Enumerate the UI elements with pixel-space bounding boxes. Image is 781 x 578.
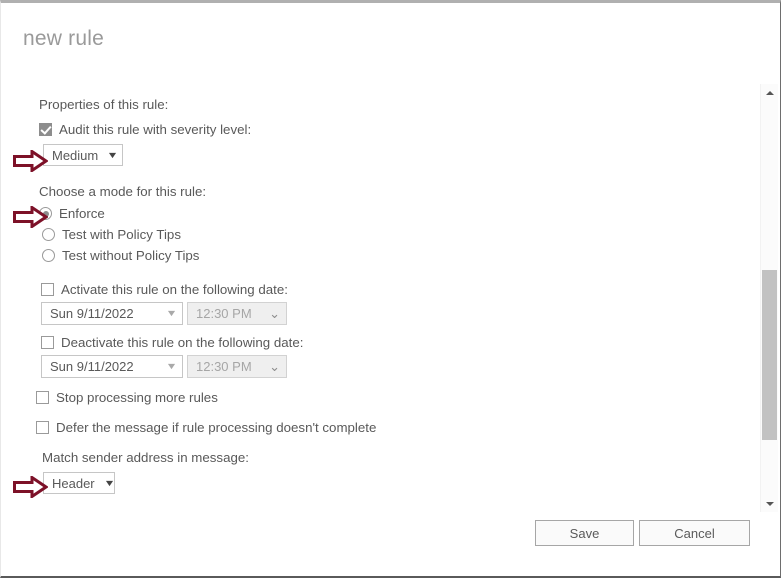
mode-option-test-with-tips[interactable]: Test with Policy Tips [42, 227, 749, 243]
test-without-policy-tips-radio[interactable] [42, 249, 55, 262]
deactivate-rule-row[interactable]: Deactivate this rule on the following da… [41, 335, 749, 351]
audit-rule-row[interactable]: Audit this rule with severity level: [39, 122, 749, 138]
deactivate-rule-label: Deactivate this rule on the following da… [61, 335, 304, 350]
severity-value: Medium [52, 147, 99, 163]
mode-label: Choose a mode for this rule: [39, 184, 207, 199]
save-button[interactable]: Save [535, 520, 634, 546]
match-sender-dropdown[interactable]: Header ▼ [43, 472, 115, 494]
severity-dropdown[interactable]: Medium ▼ [43, 144, 123, 166]
activate-time-dropdown[interactable]: 12:30 PM ⌄ [187, 302, 287, 325]
scroll-down-button[interactable] [761, 495, 778, 512]
stop-processing-row[interactable]: Stop processing more rules [36, 390, 749, 406]
scroll-up-button[interactable] [761, 84, 778, 101]
chevron-down-icon: ▼ [165, 361, 178, 371]
dialog-footer: Save Cancel [1, 515, 780, 555]
cancel-button[interactable]: Cancel [639, 520, 750, 546]
activate-rule-label: Activate this rule on the following date… [61, 282, 288, 297]
mode-option-label: Test without Policy Tips [62, 248, 200, 263]
properties-label: Properties of this rule: [39, 97, 169, 112]
page-title: new rule [23, 27, 104, 50]
mode-option-test-without-tips[interactable]: Test without Policy Tips [42, 248, 749, 264]
activate-rule-checkbox[interactable] [41, 283, 54, 296]
chevron-down-icon: ⌄ [269, 359, 280, 374]
deactivate-time-dropdown[interactable]: 12:30 PM ⌄ [187, 355, 287, 378]
deactivate-date-value: Sun 9/11/2022 [50, 359, 134, 374]
mode-option-label: Enforce [59, 206, 105, 221]
defer-message-row[interactable]: Defer the message if rule processing doe… [36, 420, 749, 436]
triangle-up-icon [765, 90, 774, 95]
enforce-radio[interactable] [39, 207, 52, 220]
activate-rule-row[interactable]: Activate this rule on the following date… [41, 282, 749, 298]
defer-message-checkbox[interactable] [36, 421, 49, 434]
chevron-down-icon: ▼ [106, 149, 119, 160]
rule-properties-panel: Properties of this rule: Audit this rule… [1, 83, 749, 511]
stop-processing-label: Stop processing more rules [56, 390, 218, 405]
mode-option-enforce[interactable]: Enforce [39, 206, 749, 222]
match-sender-label: Match sender address in message: [42, 450, 249, 465]
activate-time-value: 12:30 PM [196, 306, 252, 321]
deactivate-rule-checkbox[interactable] [41, 336, 54, 349]
deactivate-date-dropdown[interactable]: Sun 9/11/2022 ▼ [41, 355, 183, 378]
match-sender-value: Header [52, 475, 95, 491]
stop-processing-checkbox[interactable] [36, 391, 49, 404]
audit-rule-label: Audit this rule with severity level: [59, 122, 252, 137]
audit-rule-checkbox[interactable] [39, 123, 52, 136]
mode-option-label: Test with Policy Tips [62, 227, 181, 242]
defer-message-label: Defer the message if rule processing doe… [56, 420, 377, 435]
chevron-down-icon: ⌄ [269, 306, 280, 321]
vertical-scrollbar[interactable] [760, 84, 778, 512]
activate-date-value: Sun 9/11/2022 [50, 306, 134, 321]
scrollbar-thumb[interactable] [762, 270, 777, 440]
chevron-down-icon: ▼ [103, 477, 116, 488]
triangle-down-icon [765, 501, 774, 506]
test-with-policy-tips-radio[interactable] [42, 228, 55, 241]
activate-date-dropdown[interactable]: Sun 9/11/2022 ▼ [41, 302, 183, 325]
deactivate-time-value: 12:30 PM [196, 359, 252, 374]
new-rule-dialog: new rule Properties of this rule: Audit … [0, 0, 781, 578]
chevron-down-icon: ▼ [165, 308, 178, 318]
